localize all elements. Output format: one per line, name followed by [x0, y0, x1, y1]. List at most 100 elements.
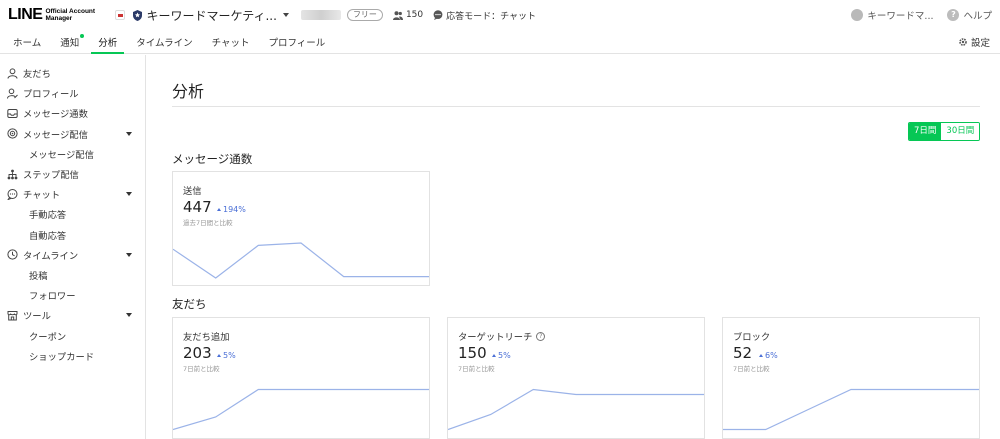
tab-timeline[interactable]: タイムライン: [129, 30, 199, 53]
sidebar-subitem-posts[interactable]: 投稿: [0, 265, 145, 285]
sidebar-item-label: クーポン: [29, 331, 67, 343]
chevron-down-icon[interactable]: [126, 192, 132, 197]
sidebar-item-message-count[interactable]: メッセージ通数: [0, 103, 145, 123]
main-content: 分析 7日間 30日間 メッセージ通数 送信 447 194% 過去7日間と比較…: [147, 55, 1000, 439]
sidebar-subitem-auto-response[interactable]: 自動応答: [0, 225, 145, 245]
sparkline-chart: [173, 242, 429, 279]
sidebar-item-message-delivery[interactable]: メッセージ配信: [0, 124, 145, 144]
chevron-down-icon[interactable]: [126, 313, 132, 318]
sidebar-item-label: チャット: [23, 190, 61, 202]
sidebar-item-label: 自動応答: [29, 230, 67, 242]
account-avatar: [115, 10, 126, 20]
gear-icon: [959, 38, 967, 46]
tab-profile[interactable]: プロフィール: [262, 30, 333, 53]
stat-card-delta-value: 6%: [765, 351, 778, 360]
stat-card-delta: 194%: [217, 205, 246, 214]
section-title-messages: メッセージ通数: [172, 152, 253, 166]
sidebar-subitem-coupons[interactable]: クーポン: [0, 325, 145, 345]
stat-card-delta: 5%: [217, 351, 236, 360]
trend-up-icon: [217, 208, 221, 211]
sidebar-item-chat[interactable]: チャット: [0, 184, 145, 204]
trend-up-icon: [492, 354, 496, 357]
account-name[interactable]: キーワードマーケティ...: [146, 7, 276, 24]
stat-card-sent[interactable]: 送信 447 194% 過去7日間と比較: [172, 171, 430, 286]
user-menu[interactable]: キーワードマ...: [851, 8, 933, 22]
store-icon: [7, 310, 18, 321]
friends-count: 150: [392, 10, 423, 20]
stat-card-blocks[interactable]: ブロック 52 6% 7日前と比較: [722, 317, 980, 439]
sidebar-item-profile[interactable]: プロフィール: [0, 83, 145, 103]
tab-chat[interactable]: チャット: [205, 30, 257, 53]
response-mode[interactable]: 応答モード：チャット: [433, 9, 536, 22]
stat-card-label: ターゲットリーチ ?: [458, 329, 546, 343]
blurred-account-id: [300, 10, 341, 20]
sidebar-item-label: ツール: [23, 311, 51, 323]
period-7-days-button[interactable]: 7日間: [909, 123, 942, 140]
broadcast-icon: [7, 128, 18, 139]
sidebar-subitem-followers[interactable]: フォロワー: [0, 285, 145, 305]
stat-card-target-reach[interactable]: ターゲットリーチ ? 150 5% 7日前と比較: [447, 317, 705, 439]
trend-up-icon: [217, 354, 221, 357]
sidebar-item-label: メッセージ通数: [23, 109, 88, 121]
sidebar-item-tools[interactable]: ツール: [0, 305, 145, 325]
stat-card-note: 7日前と比較: [458, 365, 495, 373]
tab-timeline-label: タイムライン: [136, 37, 193, 49]
sidebar-item-label: 投稿: [29, 270, 48, 282]
stat-card-note: 7日前と比較: [733, 365, 770, 373]
stat-card-label: ブロック: [733, 332, 771, 343]
sidebar-subitem-message-delivery[interactable]: メッセージ配信: [0, 144, 145, 164]
logo-sub-text: Official Account Manager: [45, 8, 96, 22]
help-question-icon[interactable]: ?: [536, 331, 546, 341]
stat-card-delta-value: 194%: [223, 205, 246, 214]
section-title-friends: 友だち: [172, 297, 207, 311]
sidebar: 友だち プロフィール メッセージ通数 メッセージ配信 メッセージ配信 ステップ配…: [0, 55, 146, 439]
sidebar-item-label: 友だち: [23, 69, 51, 81]
settings-link[interactable]: 設定: [958, 30, 990, 54]
sidebar-item-label: フォロワー: [29, 291, 76, 303]
person-icon: [7, 67, 18, 79]
clock-icon: [7, 249, 18, 260]
sidebar-item-timeline[interactable]: タイムライン: [0, 245, 145, 265]
tab-home[interactable]: ホーム: [6, 30, 48, 53]
sidebar-item-label: メッセージ配信: [29, 149, 94, 161]
tab-chat-label: チャット: [211, 37, 250, 49]
help-icon: ?: [947, 9, 960, 21]
page-title: 分析: [172, 82, 205, 101]
chevron-down-icon[interactable]: [126, 131, 132, 136]
sidebar-item-label: ステップ配信: [23, 170, 79, 182]
tab-analytics-label: 分析: [98, 37, 118, 49]
tab-analytics[interactable]: 分析: [91, 30, 125, 54]
user-name: キーワードマ...: [867, 11, 934, 22]
tab-notifications[interactable]: 通知: [53, 30, 86, 53]
sidebar-item-label: メッセージ配信: [23, 129, 88, 141]
title-divider: [172, 106, 980, 107]
people-icon: [392, 10, 403, 20]
sparkline-chart: [723, 388, 979, 431]
help-link[interactable]: ? ヘルプ: [947, 8, 992, 22]
stat-card-label: 送信: [183, 186, 202, 197]
stat-card-friends-added[interactable]: 友だち追加 203 5% 7日前と比較: [172, 317, 430, 439]
logo-main-text: LINE: [8, 6, 43, 23]
chevron-down-icon[interactable]: [126, 252, 132, 257]
period-30-days-button[interactable]: 30日間: [941, 123, 980, 140]
sidebar-item-step-delivery[interactable]: ステップ配信: [0, 164, 145, 184]
sparkline: [173, 388, 429, 431]
profile-icon: [7, 88, 18, 99]
sidebar-subitem-shop-card[interactable]: ショップカード: [0, 346, 145, 366]
sparkline: [173, 242, 429, 279]
sparkline: [723, 388, 979, 431]
stat-card-label: 友だち追加: [183, 332, 230, 343]
help-label: ヘルプ: [963, 11, 992, 22]
chat-icon: [7, 188, 18, 200]
account-switch-chevron-icon[interactable]: [282, 13, 289, 17]
chat-bubble-icon: [433, 10, 443, 20]
settings-label: 設定: [970, 38, 990, 49]
sidebar-item-friends[interactable]: 友だち: [0, 63, 145, 83]
sidebar-subitem-manual-response[interactable]: 手動応答: [0, 204, 145, 224]
response-mode-label: 応答モード：チャット: [446, 11, 537, 22]
step-icon: [7, 169, 18, 180]
stat-card-value: 52: [733, 344, 753, 362]
sparkline: [448, 388, 704, 431]
line-oa-logo[interactable]: LINE Official Account Manager: [8, 6, 97, 24]
top-header: LINE Official Account Manager キーワードマーケティ…: [0, 0, 1000, 30]
